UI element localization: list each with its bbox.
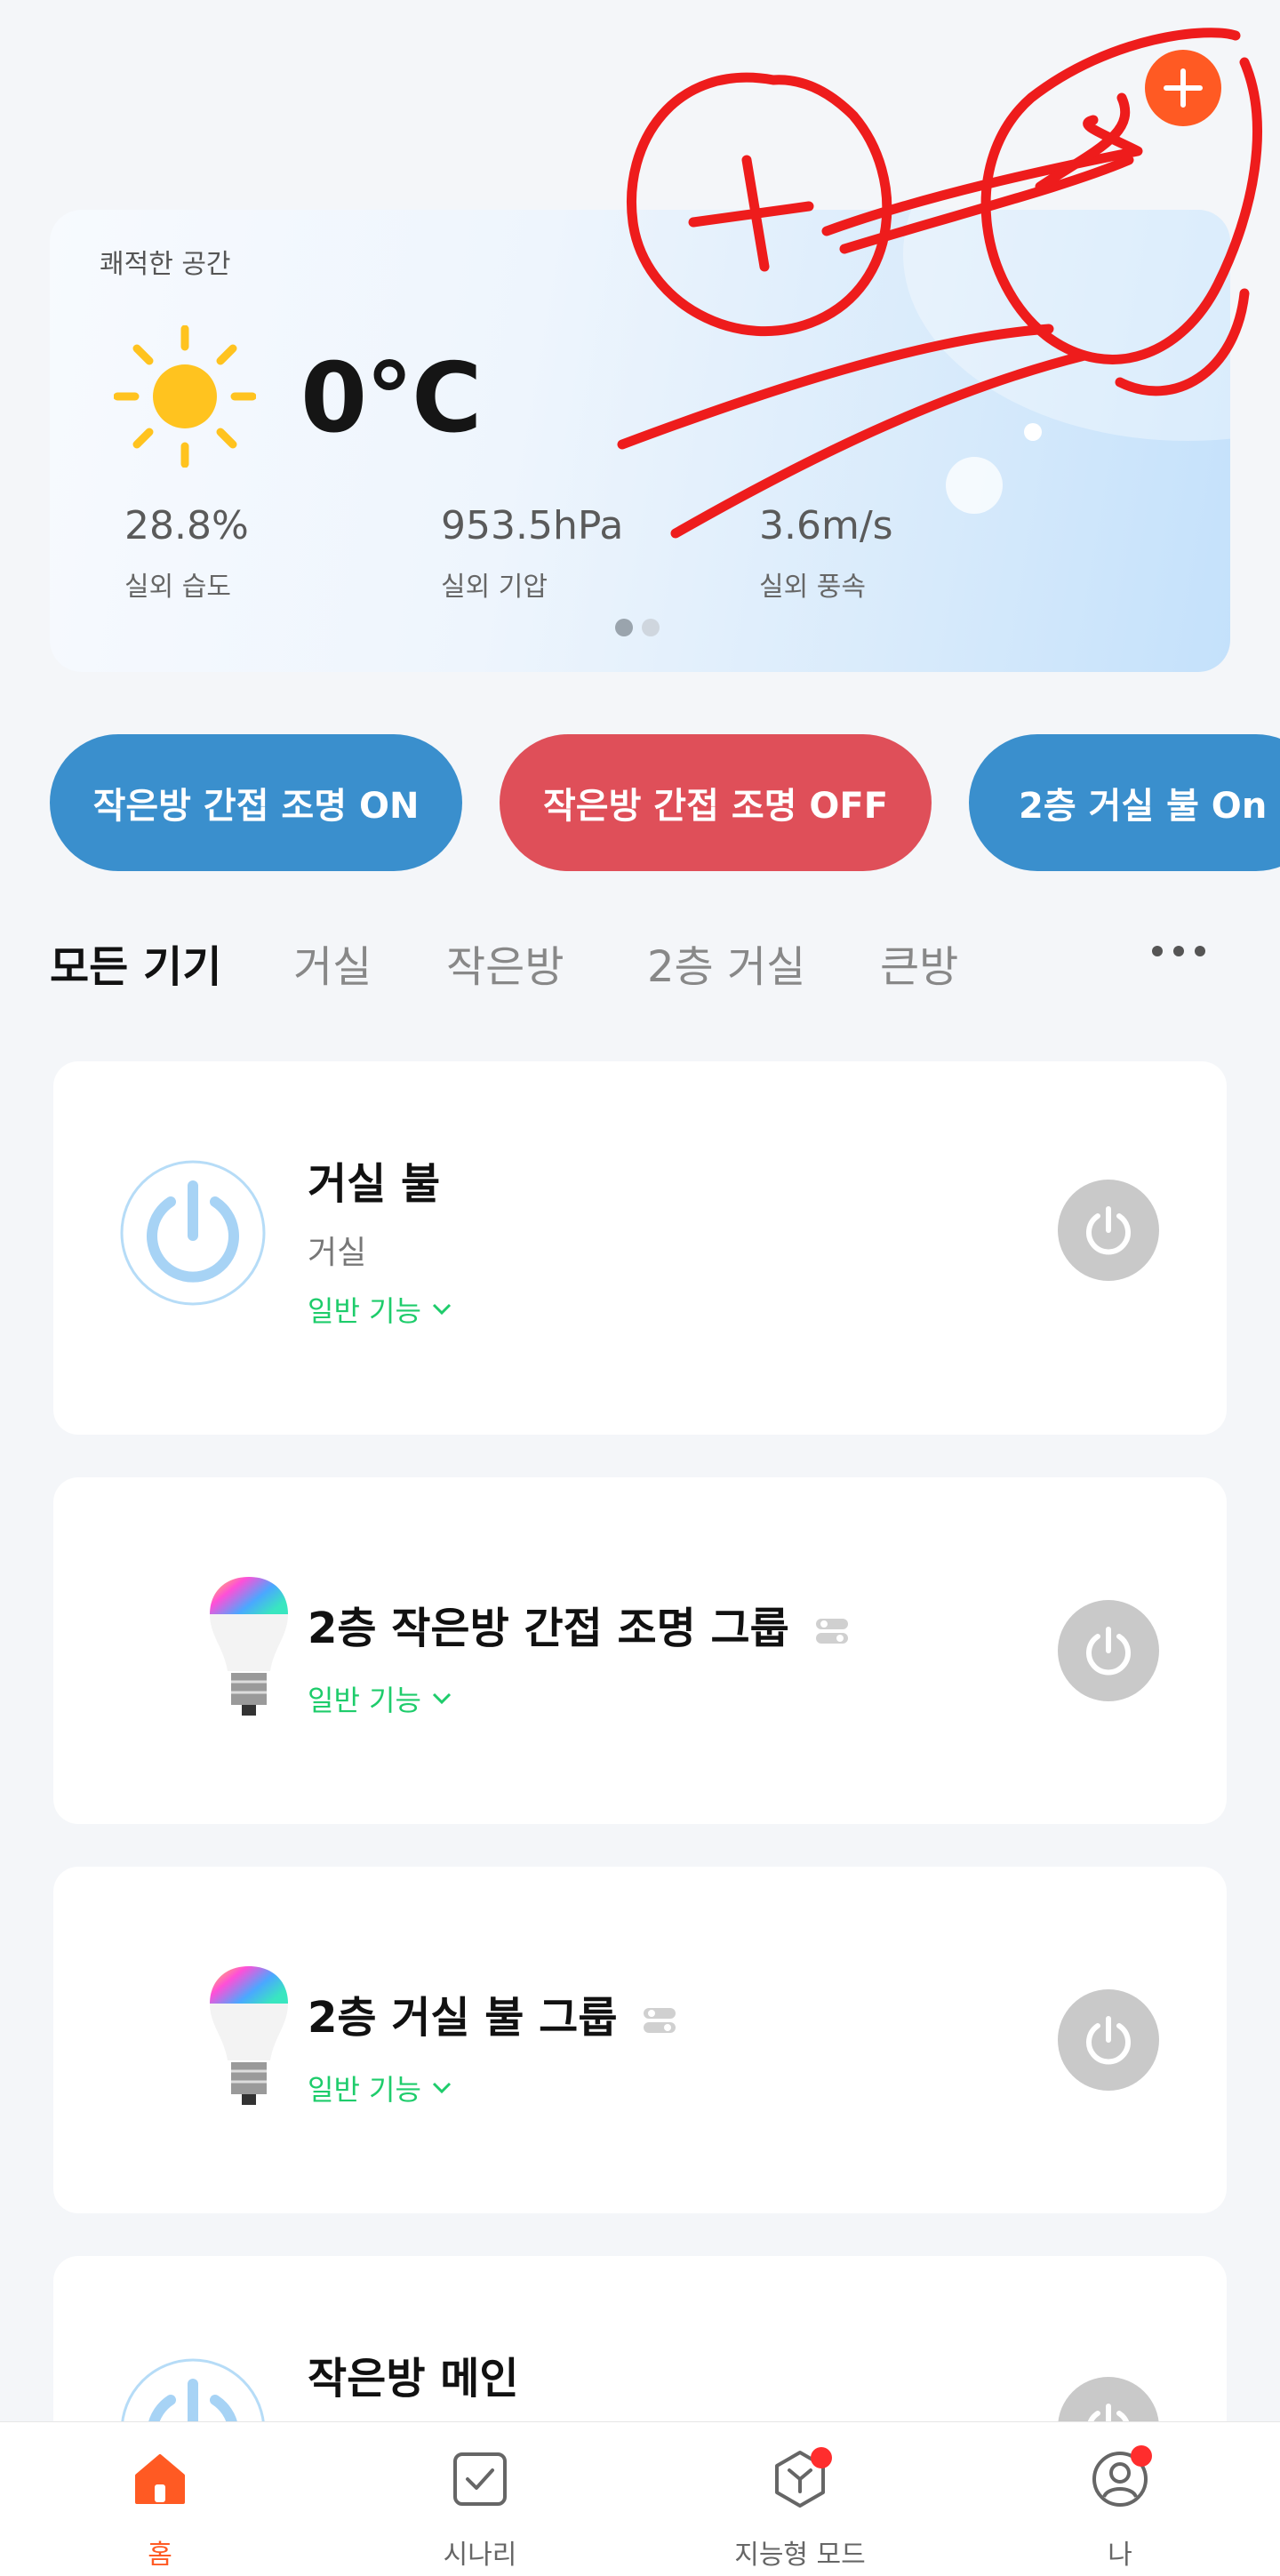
add-device-button[interactable]: [1145, 50, 1221, 126]
device-name: 작은방 메인: [308, 2354, 519, 2404]
carousel-indicator: [615, 619, 660, 636]
chevron-down-icon: [432, 1303, 451, 1316]
device-name-text: 2층 거실 불 그룹: [308, 1993, 618, 2043]
wind-label: 실외 풍속: [759, 572, 866, 603]
home-icon: [135, 2454, 185, 2504]
wind-stat: 3.6m/s 실외 풍속: [759, 503, 893, 604]
nav-profile-label: 나: [1108, 2540, 1132, 2571]
temperature: 0°C: [300, 343, 482, 454]
tab-2f-living-room[interactable]: 2층 거실: [647, 932, 805, 994]
pressure-label: 실외 기압: [441, 572, 548, 603]
nav-scenario[interactable]: 시나리: [373, 2422, 587, 2576]
weather-decoration: [946, 457, 1003, 514]
scene-button[interactable]: 작은방 간접 조명 OFF: [500, 734, 932, 871]
carousel-dot: [615, 619, 633, 636]
scene-button[interactable]: 작은방 간접 조명 ON: [50, 734, 462, 871]
power-icon: [1086, 1627, 1131, 1676]
device-room: 거실: [308, 1235, 367, 1271]
device-card[interactable]: 2층 거실 불 그룹 일반 기능: [53, 1867, 1227, 2213]
chevron-down-icon: [432, 1692, 451, 1705]
weather-decoration: [903, 210, 1230, 441]
nav-home-label: 홈: [148, 2540, 172, 2571]
pressure-stat: 953.5hPa 실외 기압: [441, 503, 623, 604]
nav-scenario-label: 시나리: [443, 2540, 517, 2571]
tab-living-room[interactable]: 거실: [293, 932, 372, 994]
device-name-text: 2층 작은방 간접 조명 그룹: [308, 1604, 789, 1653]
group-icon: [815, 1619, 848, 1644]
scenario-check-icon: [453, 2452, 507, 2506]
humidity-stat: 28.8% 실외 습도: [124, 503, 249, 604]
sun-icon: [114, 325, 256, 468]
device-function-label: 일반 기능: [308, 1684, 421, 1717]
scene-button[interactable]: 2층 거실 불 On: [969, 734, 1280, 871]
power-icon: [1086, 1206, 1131, 1255]
nav-profile[interactable]: 나: [1013, 2422, 1227, 2576]
device-function-toggle[interactable]: 일반 기능: [308, 2068, 452, 2108]
plus-icon: [1164, 68, 1203, 108]
device-function-toggle[interactable]: 일반 기능: [308, 1289, 452, 1330]
rgb-bulb-icon: [210, 1966, 288, 2105]
group-icon: [644, 2008, 676, 2033]
device-card[interactable]: 2층 작은방 간접 조명 그룹 일반 기능: [53, 1477, 1227, 1824]
power-device-icon: [120, 1160, 266, 1306]
carousel-dot: [642, 619, 660, 636]
device-function-toggle[interactable]: 일반 기능: [308, 1678, 452, 1719]
notification-badge: [811, 2447, 832, 2468]
tab-small-room[interactable]: 작은방: [446, 932, 564, 994]
chevron-down-icon: [432, 2082, 451, 2094]
device-card[interactable]: 거실 불 거실 일반 기능: [53, 1061, 1227, 1435]
humidity-value: 28.8%: [124, 503, 249, 548]
bottom-nav: 홈 시나리 지능형 모드 나: [0, 2421, 1280, 2576]
device-name: 2층 거실 불 그룹: [308, 1982, 676, 2044]
power-icon: [1086, 2016, 1131, 2065]
tab-big-room[interactable]: 큰방: [880, 932, 958, 994]
device-function-label: 일반 기능: [308, 2073, 421, 2107]
weather-card[interactable]: 쾌적한 공간 0°C 28.8% 실외 습도 953.5hPa 실외 기압 3.…: [50, 210, 1230, 672]
more-horizontal-icon[interactable]: [1152, 946, 1205, 956]
wind-value: 3.6m/s: [759, 503, 893, 548]
weather-decoration: [1024, 423, 1042, 441]
power-button[interactable]: [1058, 1180, 1159, 1281]
power-button[interactable]: [1058, 1600, 1159, 1701]
nav-smart-mode-label: 지능형 모드: [734, 2540, 866, 2571]
device-function-label: 일반 기능: [308, 1294, 421, 1328]
notification-badge: [1131, 2445, 1152, 2467]
device-name: 거실 불: [308, 1159, 441, 1209]
pressure-value: 953.5hPa: [441, 503, 624, 548]
nav-home[interactable]: 홈: [53, 2422, 267, 2576]
power-button[interactable]: [1058, 1989, 1159, 2091]
tab-all-devices[interactable]: 모든 기기: [50, 932, 221, 994]
nav-smart-mode[interactable]: 지능형 모드: [693, 2422, 907, 2576]
humidity-label: 실외 습도: [124, 572, 231, 603]
rgb-bulb-icon: [210, 1577, 288, 1716]
device-name: 2층 작은방 간접 조명 그룹: [308, 1593, 849, 1655]
weather-title: 쾌적한 공간: [100, 249, 231, 280]
